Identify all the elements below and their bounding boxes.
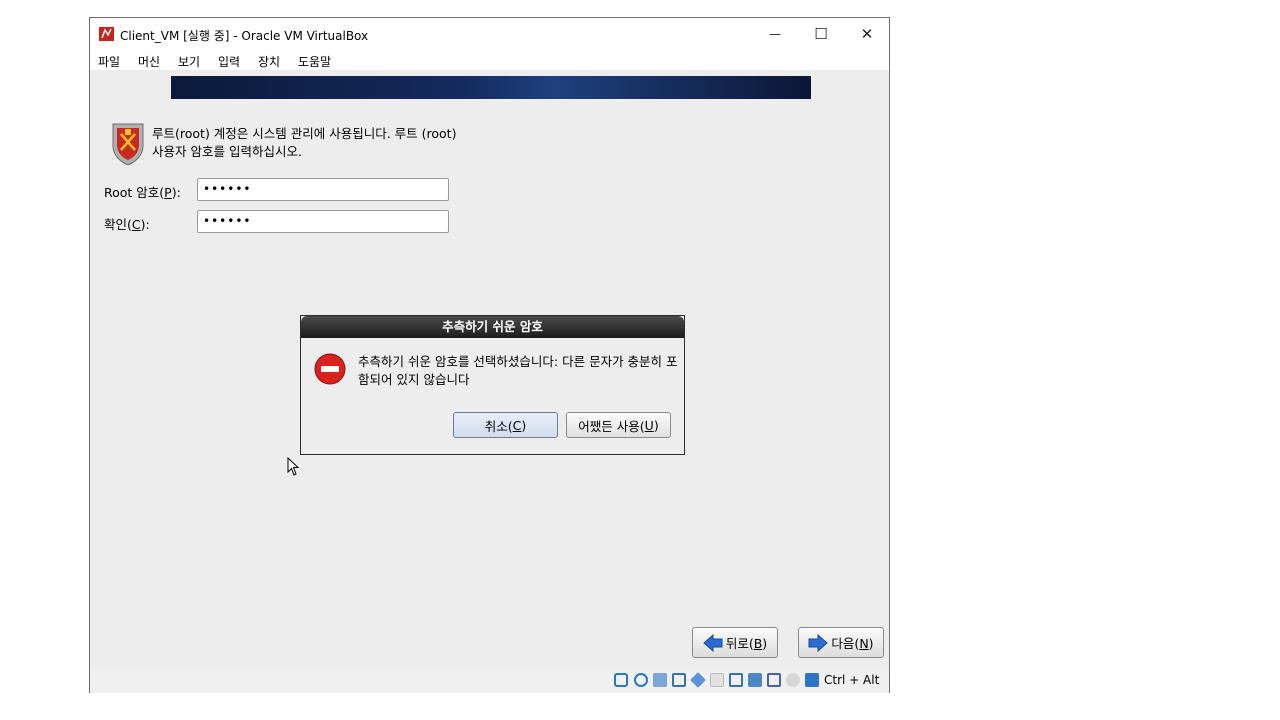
- weak-password-dialog: 추측하기 쉬운 암호 추측하기 쉬운 암호를 선택하셨습니다: 다른 문자가 충…: [300, 315, 685, 455]
- use-anyway-button[interactable]: 어쨌든 사용(U): [566, 412, 671, 438]
- hard-disk-icon[interactable]: [614, 673, 628, 687]
- cancel-button[interactable]: 취소(C): [453, 412, 558, 438]
- error-icon: [314, 353, 346, 385]
- confirm-password-label: 확인(C):: [104, 217, 150, 232]
- title-bar: Client_VM [실행 중] - Oracle VM VirtualBox …: [90, 18, 889, 50]
- back-button[interactable]: 뒤로(B): [692, 627, 778, 658]
- status-bar: Ctrl + Alt: [90, 669, 889, 693]
- virtualbox-app-icon: [99, 27, 114, 41]
- audio-icon[interactable]: [653, 673, 667, 687]
- dialog-title: 추측하기 쉬운 암호: [301, 316, 684, 338]
- root-intro-text: 루트(root) 계정은 시스템 관리에 사용됩니다. 루트 (root) 사용…: [152, 126, 457, 159]
- root-password-label: Root 암호(P):: [104, 185, 181, 200]
- virtualization-icon[interactable]: [767, 673, 781, 687]
- mouse-cursor-icon: [287, 457, 300, 476]
- root-password-input[interactable]: ••••••: [197, 178, 449, 201]
- mouse-integration-icon[interactable]: [786, 673, 800, 687]
- next-button[interactable]: 다음(N): [798, 627, 884, 658]
- menu-input[interactable]: 입력: [218, 53, 240, 70]
- keyboard-icon[interactable]: [805, 673, 819, 687]
- guest-screen[interactable]: 루트(root) 계정은 시스템 관리에 사용됩니다. 루트 (root) 사용…: [90, 70, 889, 669]
- dialog-message: 추측하기 쉬운 암호를 선택하셨습니다: 다른 문자가 충분히 포함되어 있지 …: [358, 354, 678, 387]
- root-shield-icon: [112, 123, 144, 166]
- usb-icon[interactable]: [690, 672, 706, 688]
- display-icon[interactable]: [729, 673, 743, 687]
- maximize-button[interactable]: ☐: [798, 18, 844, 50]
- shared-folders-icon[interactable]: [710, 673, 724, 687]
- back-arrow-icon: [703, 633, 723, 652]
- virtualbox-window: Client_VM [실행 중] - Oracle VM VirtualBox …: [89, 17, 890, 693]
- minimize-button[interactable]: —: [752, 18, 798, 50]
- menu-view[interactable]: 보기: [178, 53, 200, 70]
- optical-drive-icon[interactable]: [634, 673, 648, 687]
- network-icon[interactable]: [672, 673, 686, 687]
- installer-banner: [171, 76, 811, 99]
- next-arrow-icon: [808, 633, 829, 652]
- menu-file[interactable]: 파일: [98, 53, 120, 70]
- window-title: Client_VM [실행 중] - Oracle VM VirtualBox: [120, 29, 369, 43]
- menu-devices[interactable]: 장치: [258, 53, 280, 70]
- video-capture-icon[interactable]: [748, 673, 762, 687]
- close-button[interactable]: ✕: [844, 18, 890, 50]
- menu-help[interactable]: 도움말: [298, 53, 331, 70]
- menu-machine[interactable]: 머신: [138, 53, 160, 70]
- menu-bar: 파일 머신 보기 입력 장치 도움말: [90, 50, 889, 70]
- confirm-password-input[interactable]: ••••••: [197, 210, 449, 233]
- host-key-label: Ctrl + Alt: [824, 673, 880, 687]
